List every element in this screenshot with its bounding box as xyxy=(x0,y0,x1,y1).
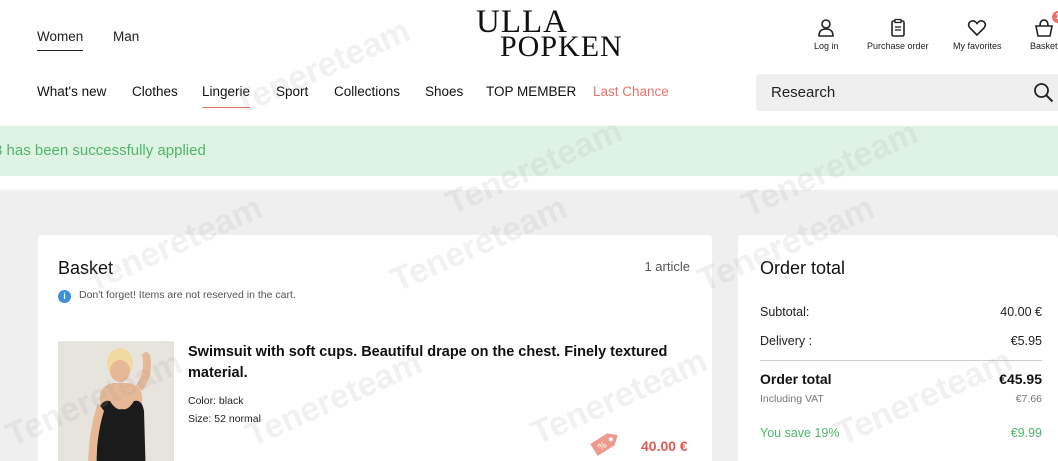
user-icon xyxy=(818,19,835,37)
product-size: Size: 52 normal xyxy=(188,413,261,425)
discount-tag-icon: % xyxy=(590,433,618,456)
basket-card: Basket 1 article i Don't forget! Items ar… xyxy=(38,235,712,461)
basket-button[interactable]: Basket 1 xyxy=(1030,11,1058,51)
info-icon: i xyxy=(58,290,71,303)
nav-sport[interactable]: Sport xyxy=(276,84,308,99)
delivery-row: Delivery : €5.95 xyxy=(760,334,1042,348)
favorites-label: My favorites xyxy=(953,41,1002,51)
nav-collections[interactable]: Collections xyxy=(334,84,400,99)
nav-clothes[interactable]: Clothes xyxy=(132,84,178,99)
product-title[interactable]: Swimsuit with soft cups. Beautiful drape… xyxy=(188,342,688,384)
delivery-value: €5.95 xyxy=(1010,334,1042,348)
favorites-button[interactable]: My favorites xyxy=(953,18,1002,51)
clipboard-icon xyxy=(890,18,905,37)
subtotal-value: 40.00 € xyxy=(1000,305,1042,319)
ulla-popken-logo[interactable]: ULLA POPKEN xyxy=(476,6,626,62)
subtotal-row: Subtotal: 40.00 € xyxy=(760,305,1042,319)
success-message: 3 has been successfully applied xyxy=(0,142,206,159)
vat-row: Including VAT €7.66 xyxy=(760,393,1042,405)
basket-article-count: 1 article xyxy=(644,259,690,274)
success-banner: 3 has been successfully applied xyxy=(0,126,1058,176)
purchase-order-label: Purchase order xyxy=(867,41,929,51)
savings-value: €9.99 xyxy=(1010,426,1042,440)
search-input[interactable] xyxy=(756,74,1016,111)
site-header: Women Man ULLA POPKEN Log in Purchase or… xyxy=(0,0,1058,126)
gender-tab-women[interactable]: Women xyxy=(37,29,84,51)
product-color: Color: black xyxy=(188,395,244,407)
gender-tab-man[interactable]: Man xyxy=(113,29,139,44)
nav-top-member[interactable]: TOP MEMBER xyxy=(486,84,576,99)
order-total-value: €45.95 xyxy=(999,371,1042,387)
nav-last-chance[interactable]: Last Chance xyxy=(593,84,669,99)
swimsuit-model-image xyxy=(58,341,174,461)
savings-row: You save 19% €9.99 xyxy=(760,426,1042,440)
product-image[interactable] xyxy=(58,341,174,461)
search-bar xyxy=(756,74,1058,111)
nav-shoes[interactable]: Shoes xyxy=(425,84,463,99)
basket-label: Basket xyxy=(1030,41,1058,51)
purchase-order-button[interactable]: Purchase order xyxy=(867,18,929,51)
reminder-text: Don't forget! Items are not reserved in … xyxy=(79,289,296,301)
order-total-card: Order total Subtotal: 40.00 € Delivery : €… xyxy=(738,235,1058,461)
order-divider xyxy=(760,360,1042,361)
order-total-row: Order total €45.95 xyxy=(760,371,1042,387)
basket-icon xyxy=(1034,19,1053,37)
divider-band xyxy=(0,176,1058,190)
nav-lingerie[interactable]: Lingerie xyxy=(202,84,251,108)
basket-reminder: i Don't forget! Items are not reserved in… xyxy=(58,289,296,303)
basket-title: Basket xyxy=(58,258,114,278)
vat-value: €7.66 xyxy=(1015,393,1042,405)
product-price: 40.00 € xyxy=(641,438,688,454)
search-icon[interactable] xyxy=(1033,82,1054,103)
nav-whats-new[interactable]: What's new xyxy=(37,84,106,99)
order-title: Order total xyxy=(760,258,846,278)
login-button[interactable]: Log in xyxy=(814,18,839,51)
login-label: Log in xyxy=(814,41,839,51)
heart-icon xyxy=(968,20,987,37)
